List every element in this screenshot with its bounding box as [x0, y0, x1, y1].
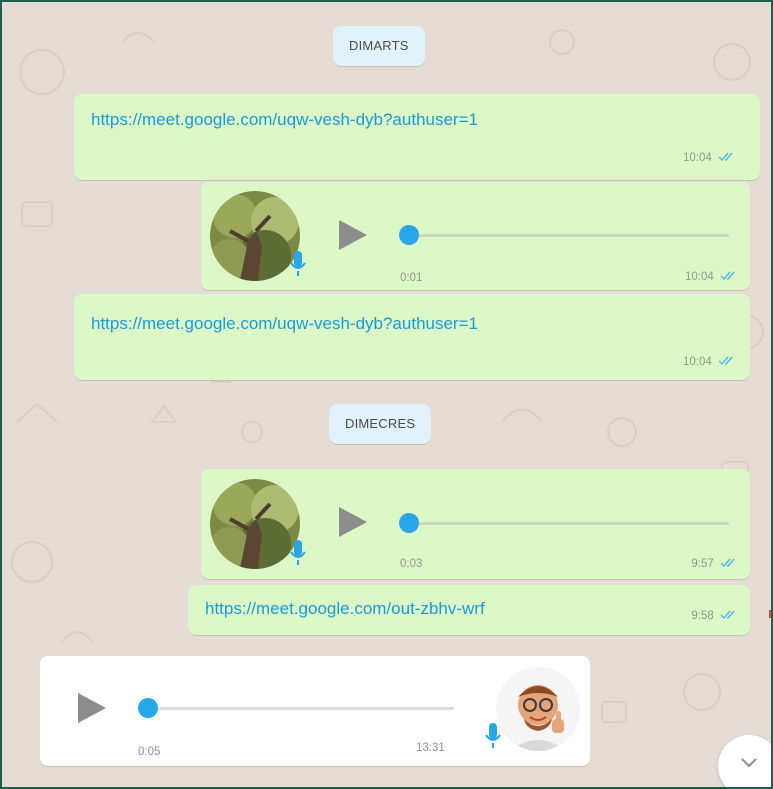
- sender-avatar: [210, 479, 300, 569]
- double-check-icon: [720, 271, 735, 281]
- message-time: 9:57: [691, 558, 714, 570]
- play-button[interactable]: [78, 693, 106, 723]
- message-meta: 13:31: [416, 742, 445, 754]
- red-annotation-mark: [769, 610, 771, 618]
- voice-message-outgoing[interactable]: 0:03 9:57: [201, 469, 750, 579]
- meet-link[interactable]: https://meet.google.com/uqw-vesh-dyb?aut…: [91, 110, 478, 130]
- memoji-avatar: [496, 667, 580, 751]
- message-meta: 9:57: [691, 558, 738, 570]
- message-bubble-outgoing[interactable]: https://meet.google.com/uqw-vesh-dyb?aut…: [74, 294, 750, 380]
- double-check-icon: [720, 610, 735, 620]
- chevron-down-icon: [741, 758, 757, 768]
- audio-progress-track[interactable]: [406, 234, 729, 237]
- voice-message-outgoing[interactable]: 0:01 10:04: [201, 182, 750, 290]
- message-meta: 10:04: [683, 152, 736, 164]
- contact-avatar: [496, 667, 580, 751]
- audio-progress-knob[interactable]: [399, 513, 419, 533]
- sender-avatar: [210, 191, 300, 281]
- double-check-icon: [718, 356, 733, 366]
- date-separator-dimecres: DIMECRES: [329, 404, 432, 444]
- double-check-icon: [720, 558, 735, 568]
- voice-duration: 0:05: [138, 746, 161, 758]
- message-time: 10:04: [683, 356, 712, 368]
- message-time: 10:04: [683, 152, 712, 164]
- double-check-icon: [718, 152, 733, 162]
- message-bubble-outgoing[interactable]: https://meet.google.com/out-zbhv-wrf 9:5…: [188, 585, 750, 635]
- play-button[interactable]: [339, 507, 367, 537]
- date-separator-label: DIMARTS: [349, 38, 409, 53]
- message-time: 13:31: [416, 742, 445, 754]
- message-time: 10:04: [685, 271, 714, 283]
- voice-duration: 0:03: [400, 558, 423, 570]
- message-time: 9:58: [691, 610, 714, 622]
- message-bubble-outgoing[interactable]: https://meet.google.com/uqw-vesh-dyb?aut…: [74, 94, 760, 180]
- voice-message-incoming[interactable]: 0:05 13:31: [40, 656, 590, 766]
- message-meta: 10:04: [683, 356, 736, 368]
- audio-progress-track[interactable]: [406, 522, 729, 525]
- audio-progress-knob[interactable]: [138, 698, 158, 718]
- audio-progress-knob[interactable]: [399, 225, 419, 245]
- play-button[interactable]: [339, 220, 367, 250]
- scroll-to-bottom-button[interactable]: [718, 735, 771, 787]
- mic-icon: [290, 251, 306, 276]
- avatar-photo: [210, 191, 300, 281]
- mic-icon: [290, 540, 306, 565]
- avatar-photo: [210, 479, 300, 569]
- date-separator-label: DIMECRES: [345, 416, 416, 431]
- message-meta: 10:04: [685, 271, 738, 283]
- message-meta: 9:58: [691, 610, 738, 622]
- chat-window: DIMARTS https://meet.google.com/uqw-vesh…: [0, 0, 773, 789]
- audio-progress-track[interactable]: [144, 707, 454, 710]
- voice-duration: 0:01: [400, 272, 423, 284]
- date-separator-dimarts: DIMARTS: [333, 26, 425, 66]
- meet-link[interactable]: https://meet.google.com/out-zbhv-wrf: [205, 599, 485, 619]
- meet-link[interactable]: https://meet.google.com/uqw-vesh-dyb?aut…: [91, 314, 478, 334]
